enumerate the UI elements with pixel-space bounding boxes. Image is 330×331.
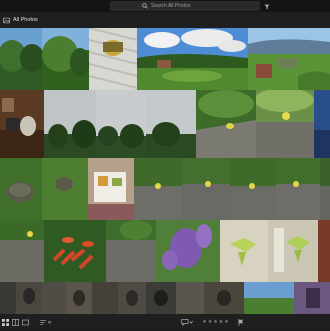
page-title: All Photos	[13, 17, 38, 23]
photo-thumbnail[interactable]	[220, 220, 268, 282]
album-icon	[2, 16, 10, 24]
photo-thumbnail[interactable]	[42, 158, 88, 220]
top-bar: Search All Photos	[0, 0, 330, 12]
photo-thumbnail[interactable]	[146, 282, 176, 314]
bottom-toolbar: ★★★★★	[0, 314, 330, 330]
photo-thumbnail[interactable]	[314, 90, 330, 158]
rating-stars: ★★★★★	[202, 319, 230, 325]
photo-thumbnail[interactable]	[156, 220, 220, 282]
filter-button[interactable]	[262, 1, 272, 11]
photo-thumbnail[interactable]	[92, 282, 118, 314]
sort-icon	[40, 313, 52, 331]
photo-thumbnail[interactable]	[66, 282, 92, 314]
photo-thumbnail[interactable]	[230, 158, 276, 220]
photo-thumbnail[interactable]	[96, 90, 146, 158]
photo-thumbnail[interactable]	[204, 282, 244, 314]
photo-thumbnail[interactable]	[146, 90, 196, 158]
photo-thumbnail[interactable]	[42, 282, 66, 314]
photo-grid	[0, 28, 330, 314]
photo-thumbnail[interactable]	[0, 158, 42, 220]
sort-button[interactable]	[38, 317, 54, 327]
photo-thumbnail[interactable]	[244, 282, 294, 314]
photo-thumbnail[interactable]	[0, 282, 16, 314]
photo-thumbnail[interactable]	[88, 158, 134, 220]
photo-thumbnail[interactable]	[318, 220, 330, 282]
photo-thumbnail[interactable]	[196, 90, 256, 158]
photo-thumbnail[interactable]	[0, 220, 44, 282]
photo-thumbnail[interactable]	[182, 158, 230, 220]
photo-thumbnail[interactable]	[268, 220, 318, 282]
flag-icon	[238, 313, 244, 331]
comment-icon	[181, 313, 193, 331]
photo-thumbnail[interactable]	[294, 282, 330, 314]
photo-thumbnail[interactable]	[248, 28, 330, 90]
search-placeholder: Search All Photos	[151, 3, 191, 9]
photo-thumbnail[interactable]	[42, 28, 90, 90]
photo-thumbnail[interactable]	[44, 220, 106, 282]
photo-thumbnail[interactable]	[88, 28, 138, 90]
grid-view-icon	[2, 313, 9, 331]
single-view-icon	[22, 313, 29, 331]
info-panel-button[interactable]	[178, 317, 196, 327]
flag-button[interactable]	[236, 317, 245, 327]
photo-thumbnail[interactable]	[176, 282, 204, 314]
search-icon	[140, 1, 150, 11]
photo-thumbnail[interactable]	[106, 220, 156, 282]
photo-thumbnail[interactable]	[137, 28, 248, 90]
photo-thumbnail[interactable]	[276, 158, 320, 220]
search-field[interactable]: Search All Photos	[110, 1, 260, 11]
square-grid-button[interactable]	[11, 317, 20, 327]
single-view-button[interactable]	[21, 317, 30, 327]
star-rating[interactable]: ★★★★★	[200, 317, 232, 327]
photo-thumbnail[interactable]	[0, 28, 44, 90]
photo-thumbnail[interactable]	[16, 282, 42, 314]
grid-view-button[interactable]	[1, 317, 10, 327]
photo-thumbnail[interactable]	[254, 88, 314, 158]
photo-thumbnail[interactable]	[134, 158, 182, 220]
photo-thumbnail[interactable]	[44, 90, 96, 158]
photo-thumbnail[interactable]	[0, 90, 44, 158]
photo-thumbnail[interactable]	[320, 158, 330, 220]
photo-thumbnail[interactable]	[118, 282, 146, 314]
square-grid-icon	[12, 313, 19, 331]
album-header: All Photos	[0, 12, 330, 28]
